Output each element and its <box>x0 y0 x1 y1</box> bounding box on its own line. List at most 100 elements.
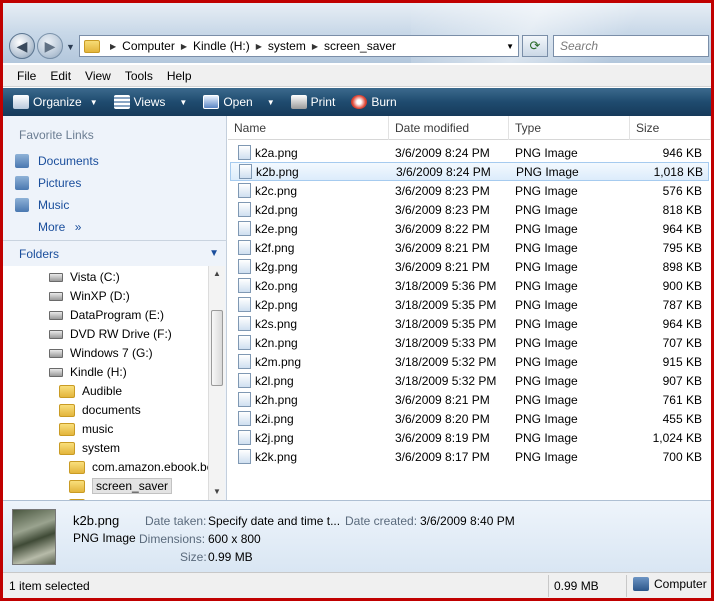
favorite-music[interactable]: Music <box>15 198 69 212</box>
table-row[interactable]: k2e.png 3/6/2009 8:22 PM PNG Image 964 KB <box>230 219 709 238</box>
search-input[interactable]: Search <box>553 35 709 57</box>
tree-item-label: music <box>82 422 114 436</box>
file-size: 787 KB <box>662 297 702 312</box>
forward-button[interactable]: ▶ <box>37 33 63 59</box>
burn-button[interactable]: Burn <box>351 95 397 109</box>
file-name-label: k2s.png <box>255 316 298 331</box>
column-date-modified[interactable]: Date modified <box>389 116 509 140</box>
breadcrumb-kindle[interactable]: Kindle (H:) <box>193 39 250 53</box>
png-file-icon <box>238 335 251 350</box>
file-name: k2e.png <box>230 221 389 236</box>
burn-icon <box>351 95 368 109</box>
table-row[interactable]: k2n.png 3/18/2009 5:33 PM PNG Image 707 KB <box>230 333 709 352</box>
address-dropdown-icon[interactable]: ▼ <box>506 42 514 51</box>
tree-item[interactable]: Audible <box>59 382 122 400</box>
table-row[interactable]: k2l.png 3/18/2009 5:32 PM PNG Image 907 KB <box>230 371 709 390</box>
chevron-right-icon[interactable]: ▶ <box>312 42 318 51</box>
file-name-label: k2g.png <box>255 259 298 274</box>
scroll-up-icon[interactable]: ▲ <box>209 266 225 282</box>
folders-label: Folders <box>19 246 60 261</box>
column-name[interactable]: Name <box>228 116 389 140</box>
file-date-modified: 3/6/2009 8:23 PM <box>395 202 490 217</box>
file-size: 964 KB <box>662 221 702 236</box>
png-file-icon <box>238 183 251 198</box>
file-name-label: k2k.png <box>255 449 298 464</box>
tree-item[interactable]: DVD RW Drive (F:) <box>49 325 172 343</box>
organize-button[interactable]: Organize ▼ <box>13 95 98 109</box>
table-row[interactable]: k2k.png 3/6/2009 8:17 PM PNG Image 700 KB <box>230 447 709 466</box>
folder-tree-scrollbar[interactable]: ▲ ▼ <box>208 266 225 500</box>
tree-item[interactable]: screen_saver <box>69 477 173 495</box>
breadcrumb-system[interactable]: system <box>268 39 306 53</box>
menu-tools[interactable]: Tools <box>125 69 153 83</box>
explorer-window: ◀ ▶ ▼ ▶ Computer ▶ Kindle (H:) ▶ system … <box>3 3 711 598</box>
file-date-modified: 3/6/2009 8:21 PM <box>395 240 490 255</box>
print-button[interactable]: Print <box>290 95 335 109</box>
favorite-documents[interactable]: Documents <box>15 154 99 168</box>
folder-icon <box>69 460 85 474</box>
menu-file[interactable]: File <box>17 69 36 83</box>
png-file-icon <box>238 221 251 236</box>
png-file-icon <box>238 202 251 217</box>
folder-icon <box>69 479 85 493</box>
status-bar: 1 item selected 0.99 MB Computer <box>3 572 711 598</box>
tree-item[interactable]: documents <box>59 401 141 419</box>
table-row[interactable]: k2m.png 3/18/2009 5:32 PM PNG Image 915 KB <box>230 352 709 371</box>
scroll-down-icon[interactable]: ▼ <box>209 484 225 500</box>
folder-icon <box>59 441 75 455</box>
selection-status: 1 item selected <box>9 579 90 593</box>
open-button[interactable]: Open ▼ <box>203 95 275 109</box>
recent-pages-dropdown-icon[interactable]: ▼ <box>66 42 75 52</box>
back-button[interactable]: ◀ <box>9 33 35 59</box>
menu-view[interactable]: View <box>85 69 111 83</box>
chevron-right-icon[interactable]: ▶ <box>181 42 187 51</box>
tree-item-label: Windows 7 (G:) <box>70 346 153 360</box>
table-row[interactable]: k2i.png 3/6/2009 8:20 PM PNG Image 455 KB <box>230 409 709 428</box>
table-row[interactable]: k2b.png 3/6/2009 8:24 PM PNG Image 1,018 KB <box>230 162 709 181</box>
folders-header[interactable]: Folders ▼ <box>3 240 227 266</box>
favorite-pictures[interactable]: Pictures <box>15 176 81 190</box>
file-name: k2h.png <box>230 392 389 407</box>
table-row[interactable]: k2g.png 3/6/2009 8:21 PM PNG Image 898 KB <box>230 257 709 276</box>
more-links-button[interactable]: More » <box>38 220 81 234</box>
table-row[interactable]: k2o.png 3/18/2009 5:36 PM PNG Image 900 KB <box>230 276 709 295</box>
file-type: PNG Image <box>515 297 578 312</box>
tree-item[interactable]: system <box>59 439 120 457</box>
table-row[interactable]: k2j.png 3/6/2009 8:19 PM PNG Image 1,024 KB <box>230 428 709 447</box>
tree-item[interactable]: Kindle (H:) <box>49 363 127 381</box>
table-row[interactable]: k2c.png 3/6/2009 8:23 PM PNG Image 576 KB <box>230 181 709 200</box>
table-row[interactable]: k2f.png 3/6/2009 8:21 PM PNG Image 795 KB <box>230 238 709 257</box>
favorite-documents-label: Documents <box>38 154 99 168</box>
menu-edit[interactable]: Edit <box>50 69 71 83</box>
table-row[interactable]: k2h.png 3/6/2009 8:21 PM PNG Image 761 KB <box>230 390 709 409</box>
chevron-right-icon[interactable]: ▶ <box>110 42 116 51</box>
scroll-thumb[interactable] <box>211 310 223 386</box>
file-name: k2a.png <box>230 145 389 160</box>
date-taken-value[interactable]: Specify date and time t... <box>208 514 340 528</box>
tree-item[interactable]: Vista (C:) <box>49 268 120 286</box>
tree-item[interactable]: music <box>59 420 113 438</box>
chevron-right-icon[interactable]: ▶ <box>256 42 262 51</box>
file-name-label: k2f.png <box>255 240 295 255</box>
tree-item[interactable]: DataProgram (E:) <box>49 306 164 324</box>
column-type[interactable]: Type <box>509 116 630 140</box>
file-name: k2j.png <box>230 430 389 445</box>
table-row[interactable]: k2s.png 3/18/2009 5:35 PM PNG Image 964 KB <box>230 314 709 333</box>
breadcrumb[interactable]: ▶ Computer ▶ Kindle (H:) ▶ system ▶ scre… <box>79 35 519 57</box>
views-button[interactable]: Views ▼ <box>113 95 187 109</box>
column-size[interactable]: Size <box>630 116 711 140</box>
file-size: 900 KB <box>662 278 702 293</box>
menu-help[interactable]: Help <box>167 69 192 83</box>
drive-icon <box>49 272 63 282</box>
file-name-label: k2i.png <box>255 411 294 426</box>
breadcrumb-computer[interactable]: Computer <box>122 39 175 53</box>
breadcrumb-screen-saver[interactable]: screen_saver <box>324 39 396 53</box>
table-row[interactable]: k2d.png 3/6/2009 8:23 PM PNG Image 818 KB <box>230 200 709 219</box>
refresh-button[interactable]: ⟳ <box>522 35 548 57</box>
tree-item[interactable]: Windows 7 (G:) <box>49 344 153 362</box>
table-row[interactable]: k2p.png 3/18/2009 5:35 PM PNG Image 787 KB <box>230 295 709 314</box>
tree-item[interactable]: com.amazon.ebook.bc <box>69 458 208 476</box>
table-row[interactable]: k2a.png 3/6/2009 8:24 PM PNG Image 946 KB <box>230 143 709 162</box>
tree-item[interactable]: WinXP (D:) <box>49 287 130 305</box>
folder-icon <box>59 403 75 417</box>
